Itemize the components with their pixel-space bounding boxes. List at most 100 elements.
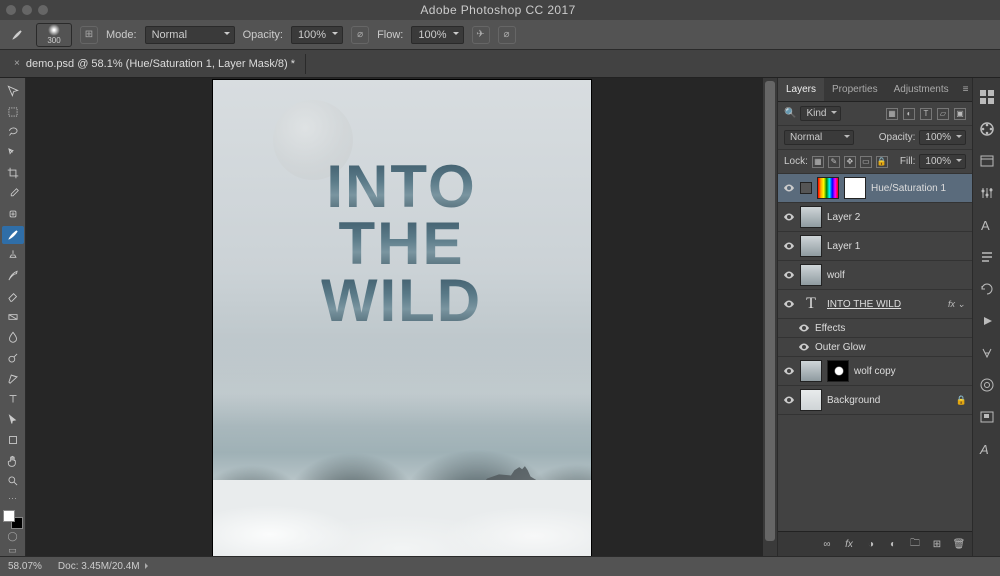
tab-properties[interactable]: Properties bbox=[824, 78, 886, 101]
layer-row[interactable]: Background🔒 bbox=[778, 386, 972, 415]
gradient-tool[interactable] bbox=[2, 308, 24, 327]
visibility-eye-icon[interactable] bbox=[798, 322, 810, 334]
marquee-tool[interactable] bbox=[2, 103, 24, 122]
layer-thumb[interactable] bbox=[800, 235, 822, 257]
visibility-eye-icon[interactable] bbox=[783, 211, 795, 223]
dodge-tool[interactable] bbox=[2, 349, 24, 368]
delete-layer-icon[interactable]: 🗑 bbox=[952, 537, 966, 551]
brush-preset-picker[interactable]: 300 bbox=[36, 23, 72, 47]
minimize-window[interactable] bbox=[22, 5, 32, 15]
filter-shape-icon[interactable]: ▱ bbox=[937, 108, 949, 120]
eyedropper-tool[interactable] bbox=[2, 185, 24, 204]
zoom-level[interactable]: 58.07% bbox=[8, 561, 42, 572]
flow-dropdown[interactable]: 100% bbox=[411, 26, 463, 44]
visibility-eye-icon[interactable] bbox=[798, 341, 810, 353]
layer-name[interactable]: INTO THE WILD bbox=[827, 299, 943, 310]
zoom-window[interactable] bbox=[38, 5, 48, 15]
dock-glyphs-icon[interactable]: A bbox=[978, 440, 996, 458]
dock-actions-icon[interactable] bbox=[978, 312, 996, 330]
shape-tool[interactable] bbox=[2, 431, 24, 450]
path-select-tool[interactable] bbox=[2, 410, 24, 429]
filter-pixel-icon[interactable]: ▦ bbox=[886, 108, 898, 120]
layer-thumb[interactable] bbox=[800, 389, 822, 411]
layer-name[interactable]: wolf bbox=[827, 270, 967, 281]
brush-tool[interactable] bbox=[2, 226, 24, 245]
blur-tool[interactable] bbox=[2, 328, 24, 347]
filter-type-icon[interactable]: T bbox=[920, 108, 932, 120]
eraser-tool[interactable] bbox=[2, 287, 24, 306]
layer-name[interactable]: Layer 2 bbox=[827, 212, 967, 223]
lock-paint-icon[interactable]: ✎ bbox=[828, 156, 840, 168]
pen-tool[interactable] bbox=[2, 369, 24, 388]
layer-thumb[interactable] bbox=[800, 264, 822, 286]
mask-thumb[interactable] bbox=[827, 360, 849, 382]
layer-group-icon[interactable]: 🗀 bbox=[908, 537, 922, 551]
move-tool[interactable] bbox=[2, 82, 24, 101]
dock-info-icon[interactable] bbox=[978, 344, 996, 362]
edit-toolbar-icon[interactable]: ⋯ bbox=[2, 492, 24, 504]
adjustment-layer-icon[interactable]: ◐ bbox=[886, 537, 900, 551]
history-brush-tool[interactable] bbox=[2, 267, 24, 286]
dock-adjust-icon[interactable] bbox=[978, 184, 996, 202]
layer-row[interactable]: wolf copy bbox=[778, 357, 972, 386]
layer-blendmode-dropdown[interactable]: Normal bbox=[784, 130, 854, 145]
blend-mode-dropdown[interactable]: Normal bbox=[145, 26, 235, 44]
visibility-eye-icon[interactable] bbox=[783, 394, 795, 406]
dock-character-icon[interactable]: A bbox=[978, 216, 996, 234]
healing-tool[interactable] bbox=[2, 205, 24, 224]
airbrush-icon[interactable]: ✈ bbox=[472, 26, 490, 44]
lock-position-icon[interactable]: ✥ bbox=[844, 156, 856, 168]
brush-panel-toggle-icon[interactable]: ⊞ bbox=[80, 26, 98, 44]
visibility-eye-icon[interactable] bbox=[783, 182, 795, 194]
dock-paragraph-icon[interactable] bbox=[978, 248, 996, 266]
close-window[interactable] bbox=[6, 5, 16, 15]
layer-thumb[interactable] bbox=[800, 360, 822, 382]
type-tool[interactable] bbox=[2, 390, 24, 409]
tab-layers[interactable]: Layers bbox=[778, 78, 824, 101]
layer-name[interactable]: Hue/Saturation 1 bbox=[871, 183, 967, 194]
lock-all-icon[interactable]: 🔒 bbox=[876, 156, 888, 168]
fx-badge[interactable]: fx ⌄ bbox=[948, 299, 967, 310]
screen-mode-icon[interactable]: ▭ bbox=[2, 544, 24, 556]
visibility-eye-icon[interactable] bbox=[783, 298, 795, 310]
tool-indicator-brush[interactable] bbox=[6, 24, 28, 46]
layer-row[interactable]: Hue/Saturation 1 bbox=[778, 174, 972, 203]
lock-transparent-icon[interactable]: ▦ bbox=[812, 156, 824, 168]
layer-fill-dropdown[interactable]: 100% bbox=[919, 154, 966, 169]
layer-name[interactable]: Outer Glow bbox=[815, 342, 967, 353]
layer-row[interactable]: Layer 1 bbox=[778, 232, 972, 261]
visibility-eye-icon[interactable] bbox=[783, 240, 795, 252]
scrollbar-thumb[interactable] bbox=[765, 81, 775, 541]
new-layer-icon[interactable]: ⊞ bbox=[930, 537, 944, 551]
foreground-color-swatch[interactable] bbox=[3, 510, 15, 522]
dock-swatches-icon[interactable] bbox=[978, 88, 996, 106]
layer-thumb[interactable] bbox=[817, 177, 839, 199]
dock-cc-icon[interactable] bbox=[978, 376, 996, 394]
layer-row[interactable]: T INTO THE WILD fx ⌄ bbox=[778, 290, 972, 319]
dock-navigator-icon[interactable] bbox=[978, 408, 996, 426]
dock-color-icon[interactable] bbox=[978, 120, 996, 138]
type-layer-icon[interactable]: T bbox=[800, 293, 822, 315]
clone-stamp-tool[interactable] bbox=[2, 246, 24, 265]
layer-thumb[interactable] bbox=[800, 206, 822, 228]
zoom-tool[interactable] bbox=[2, 472, 24, 491]
vertical-scrollbar[interactable] bbox=[763, 78, 777, 556]
layer-style-icon[interactable]: fx bbox=[842, 537, 856, 551]
filter-adjust-icon[interactable]: ◐ bbox=[903, 108, 915, 120]
layer-row[interactable]: Layer 2 bbox=[778, 203, 972, 232]
layer-row[interactable]: wolf bbox=[778, 261, 972, 290]
dock-libraries-icon[interactable] bbox=[978, 152, 996, 170]
filter-smart-icon[interactable]: ▣ bbox=[954, 108, 966, 120]
color-swatches[interactable] bbox=[3, 510, 23, 529]
hand-tool[interactable] bbox=[2, 451, 24, 470]
pressure-size-icon[interactable]: ⌀ bbox=[498, 26, 516, 44]
canvas-area[interactable]: INTO THE WILD bbox=[26, 78, 777, 556]
link-layers-icon[interactable]: ∞ bbox=[820, 537, 834, 551]
document-tab[interactable]: × demo.psd @ 58.1% (Hue/Saturation 1, La… bbox=[4, 54, 306, 74]
close-tab-icon[interactable]: × bbox=[14, 58, 20, 69]
layer-row[interactable]: Effects bbox=[778, 319, 972, 338]
filter-kind-dropdown[interactable]: Kind bbox=[800, 106, 841, 121]
document-canvas[interactable]: INTO THE WILD bbox=[213, 80, 591, 556]
lasso-tool[interactable] bbox=[2, 123, 24, 142]
layer-mask-icon[interactable]: ◑ bbox=[864, 537, 878, 551]
